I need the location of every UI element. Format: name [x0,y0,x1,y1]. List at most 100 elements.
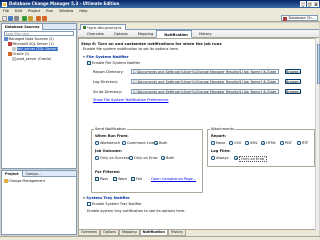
radio-log-always[interactable] [211,156,215,160]
radio-report-pdf[interactable] [280,141,284,145]
database-icon [12,47,16,51]
radio-command-line-label: Command Line [127,140,155,145]
content-scrollbar[interactable] [315,38,320,230]
radio-only-success[interactable] [95,156,99,160]
database-icon [12,57,16,61]
radio-report-rtf-label: RTF [302,140,309,145]
radio-report-rtf[interactable] [297,141,301,145]
filter-fail-label: Fail [136,176,142,181]
tree-item[interactable]: prod_server (Oracle) [2,57,76,62]
file-section-title[interactable]: File System Notifier [83,54,128,59]
project-panel: Project Compa... Change Management [1,170,77,235]
tab-database-sources[interactable]: Database Sources [2,23,44,30]
tray-section-title[interactable]: System Tray Notifier [83,195,130,200]
radio-log-only-error[interactable] [234,156,238,160]
filter-input[interactable]: type filter text [4,31,74,36]
tree-item[interactable]: Change Management [2,179,76,184]
project-folder-icon [4,179,8,183]
radio-when-both[interactable] [154,141,158,145]
radio-report-none-label: None [216,140,226,145]
radio-log-always-label: Always [216,155,229,160]
enable-tray-notifier-label: Enable System Tray Notifier [92,201,142,206]
radio-report-xml-label: XML [250,140,258,145]
radio-log-only-error-label: Only on Error [239,155,267,162]
script-dir-field[interactable]: C:\Documents and Settings\%User%\Change … [131,89,279,94]
log-files-label: Log Files: [211,149,231,153]
radio-report-xml[interactable] [245,141,249,145]
outcome-label: Job Outcome: [95,149,123,153]
log-dir-field[interactable]: C:\Documents and Settings\%User%\Change … [131,79,279,84]
filter-warn-checkbox[interactable] [113,176,117,181]
filter-pass-checkbox[interactable] [95,176,99,181]
close-button[interactable]: × [313,1,319,7]
notification-page: Step 6: Turn on and customize notificati… [78,38,319,230]
report-dir-label: Report Directory: [93,70,124,74]
step-heading: Step 6: Turn on and customize notificati… [81,41,222,46]
new-icon[interactable] [2,15,7,21]
radio-report-none[interactable] [211,141,215,145]
perspective-switcher[interactable]: Database Ch... [281,15,318,21]
data-sources-tree: Managed Data Sources (2) Microsoft SQL S… [2,37,76,62]
tab-compare[interactable]: Compa... [23,171,44,177]
radio-workbench[interactable] [95,141,99,145]
radio-workbench-label: Workbench [100,140,121,145]
project-tree: Change Management [2,179,76,184]
search-icon[interactable] [28,15,33,21]
window-title: Database Change Manager 5.3 - Ultimate E… [9,1,120,6]
radio-only-success-label: Only on Success [100,155,130,160]
tab-history[interactable]: History [192,30,215,38]
tab-options[interactable]: Options [107,30,131,38]
when-run-label: When Run From: [95,134,129,138]
tray-hint: Enable system tray notification to see i… [87,209,186,213]
radio-report-html[interactable] [261,141,265,145]
radio-when-both-label: Both [159,140,168,145]
sqlserver-icon [8,42,12,46]
run-icon[interactable] [22,15,27,21]
enable-file-notifier-checkbox[interactable] [87,60,91,65]
script-dir-label: Script Directory: [93,90,123,94]
radio-report-html-label: HTML [266,140,277,145]
filter-warn-label: Warn [118,176,128,181]
app-icon [2,1,7,7]
radio-only-error[interactable] [129,156,133,160]
scrollbar-thumb[interactable] [316,44,320,84]
enable-file-notifier-label: Enable File System Notifier [92,60,141,65]
for-filtered-label: For Filtered: [95,170,121,174]
minimize-button[interactable]: _ [300,1,306,7]
radio-report-pdf-label: PDF [285,140,293,145]
editor-tab-strip: *sync-dev-prod.sync [78,23,319,30]
print-icon[interactable] [14,15,19,21]
status-bar [0,236,320,240]
radio-report-csv-label: CSV [234,140,242,145]
project-tabs: Project Compa... [2,170,76,177]
job-subtabs: Overview Options Mapping Notification Hi… [78,30,319,38]
window-controls: _ □ × [300,1,319,7]
enable-tray-notifier-checkbox[interactable] [87,202,91,206]
radio-outcome-both-label: Both [166,155,175,160]
save-icon[interactable] [8,15,13,21]
log-dir-browse-button[interactable]: Browse... [285,78,302,84]
file-prefs-link[interactable]: Show File System Notification Preference… [93,98,168,102]
data-sources-panel: Database Sources type filter text Manage… [1,23,77,169]
tab-project[interactable]: Project [2,170,23,177]
oracle-icon [8,52,12,56]
report-dir-browse-button[interactable]: Browse... [285,68,302,74]
radio-report-csv[interactable] [229,141,233,145]
filter-pass-label: Pass [100,176,108,181]
title-bar: Database Change Manager 5.3 - Ultimate E… [0,0,320,8]
radio-command-line[interactable] [122,141,126,145]
back-icon[interactable] [36,15,41,21]
tab-overview[interactable]: Overview [80,30,107,38]
script-dir-browse-button[interactable]: Browse... [285,88,302,94]
radio-outcome-both[interactable] [161,156,165,160]
tab-notification[interactable]: Notification [156,30,192,38]
radio-only-error-label: Only on Error [134,155,158,160]
maximize-button[interactable]: □ [306,1,313,7]
report-label: Report: [211,134,227,138]
open-compliance-link[interactable]: Open Compliance Page... [151,177,196,181]
report-dir-field[interactable]: C:\Documents and Settings\%User%\Change … [131,69,279,74]
forward-icon[interactable] [42,15,47,21]
log-dir-label: Log Directory: [93,80,119,84]
tab-mapping[interactable]: Mapping [131,30,156,38]
filter-fail-checkbox[interactable] [131,176,135,181]
